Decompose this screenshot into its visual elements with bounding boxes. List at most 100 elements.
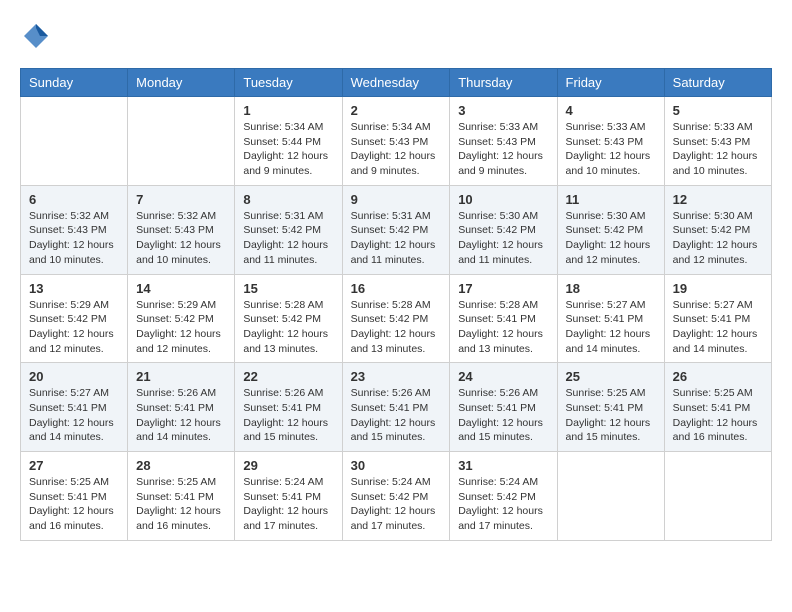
day-info: Sunrise: 5:31 AMSunset: 5:42 PMDaylight:… — [243, 209, 333, 268]
day-info: Sunrise: 5:26 AMSunset: 5:41 PMDaylight:… — [351, 386, 442, 445]
day-number: 10 — [458, 192, 548, 207]
day-number: 8 — [243, 192, 333, 207]
calendar-cell: 22 Sunrise: 5:26 AMSunset: 5:41 PMDayligh… — [235, 363, 342, 452]
day-number: 28 — [136, 458, 226, 473]
calendar-cell: 7 Sunrise: 5:32 AMSunset: 5:43 PMDaylight… — [128, 185, 235, 274]
day-info: Sunrise: 5:34 AMSunset: 5:44 PMDaylight:… — [243, 120, 333, 179]
calendar-cell: 4Sunrise: 5:33 AMSunset: 5:43 PMDaylight… — [557, 97, 664, 186]
calendar-cell: 23 Sunrise: 5:26 AMSunset: 5:41 PMDayligh… — [342, 363, 450, 452]
day-info: Sunrise: 5:33 AMSunset: 5:43 PMDaylight:… — [673, 120, 763, 179]
calendar-day-header: Sunday — [21, 69, 128, 97]
day-number: 13 — [29, 281, 119, 296]
calendar-cell: 17Sunrise: 5:28 AMSunset: 5:41 PMDayligh… — [450, 274, 557, 363]
calendar-cell: 18Sunrise: 5:27 AMSunset: 5:41 PMDayligh… — [557, 274, 664, 363]
day-info: Sunrise: 5:26 AMSunset: 5:41 PMDaylight:… — [243, 386, 333, 445]
calendar-week-row: 13 Sunrise: 5:29 AMSunset: 5:42 PMDayligh… — [21, 274, 772, 363]
calendar-cell: 30 Sunrise: 5:24 AMSunset: 5:42 PMDayligh… — [342, 452, 450, 541]
day-info: Sunrise: 5:27 AMSunset: 5:41 PMDaylight:… — [673, 298, 763, 357]
calendar-cell: 20 Sunrise: 5:27 AMSunset: 5:41 PMDayligh… — [21, 363, 128, 452]
day-info: Sunrise: 5:30 AMSunset: 5:42 PMDaylight:… — [458, 209, 548, 268]
calendar-cell: 29 Sunrise: 5:24 AMSunset: 5:41 PMDayligh… — [235, 452, 342, 541]
day-info: Sunrise: 5:26 AMSunset: 5:41 PMDaylight:… — [458, 386, 548, 445]
day-info: Sunrise: 5:29 AMSunset: 5:42 PMDaylight:… — [29, 298, 119, 357]
calendar-cell: 2 Sunrise: 5:34 AMSunset: 5:43 PMDaylight… — [342, 97, 450, 186]
day-number: 15 — [243, 281, 333, 296]
day-number: 2 — [351, 103, 442, 118]
day-number: 17 — [458, 281, 548, 296]
day-number: 3 — [458, 103, 548, 118]
calendar-day-header: Friday — [557, 69, 664, 97]
day-number: 1 — [243, 103, 333, 118]
calendar-cell — [557, 452, 664, 541]
calendar-cell: 11Sunrise: 5:30 AMSunset: 5:42 PMDayligh… — [557, 185, 664, 274]
calendar-week-row: 6 Sunrise: 5:32 AMSunset: 5:43 PMDaylight… — [21, 185, 772, 274]
day-number: 6 — [29, 192, 119, 207]
day-info: Sunrise: 5:29 AMSunset: 5:42 PMDaylight:… — [136, 298, 226, 357]
day-info: Sunrise: 5:25 AMSunset: 5:41 PMDaylight:… — [136, 475, 226, 534]
calendar-cell: 27 Sunrise: 5:25 AMSunset: 5:41 PMDayligh… — [21, 452, 128, 541]
calendar-cell: 6 Sunrise: 5:32 AMSunset: 5:43 PMDaylight… — [21, 185, 128, 274]
calendar-cell: 14 Sunrise: 5:29 AMSunset: 5:42 PMDayligh… — [128, 274, 235, 363]
calendar-cell: 8 Sunrise: 5:31 AMSunset: 5:42 PMDaylight… — [235, 185, 342, 274]
calendar-day-header: Tuesday — [235, 69, 342, 97]
calendar-header-row: SundayMondayTuesdayWednesdayThursdayFrid… — [21, 69, 772, 97]
day-info: Sunrise: 5:26 AMSunset: 5:41 PMDaylight:… — [136, 386, 226, 445]
day-number: 18 — [566, 281, 656, 296]
day-info: Sunrise: 5:25 AMSunset: 5:41 PMDaylight:… — [673, 386, 763, 445]
day-number: 24 — [458, 369, 548, 384]
day-info: Sunrise: 5:33 AMSunset: 5:43 PMDaylight:… — [566, 120, 656, 179]
day-info: Sunrise: 5:34 AMSunset: 5:43 PMDaylight:… — [351, 120, 442, 179]
calendar-cell: 15Sunrise: 5:28 AMSunset: 5:42 PMDayligh… — [235, 274, 342, 363]
day-info: Sunrise: 5:33 AMSunset: 5:43 PMDaylight:… — [458, 120, 548, 179]
day-number: 16 — [351, 281, 442, 296]
calendar-cell: 16 Sunrise: 5:28 AMSunset: 5:42 PMDayligh… — [342, 274, 450, 363]
day-number: 29 — [243, 458, 333, 473]
day-number: 23 — [351, 369, 442, 384]
day-info: Sunrise: 5:32 AMSunset: 5:43 PMDaylight:… — [29, 209, 119, 268]
calendar-cell: 13 Sunrise: 5:29 AMSunset: 5:42 PMDayligh… — [21, 274, 128, 363]
calendar-cell: 21Sunrise: 5:26 AMSunset: 5:41 PMDayligh… — [128, 363, 235, 452]
day-info: Sunrise: 5:24 AMSunset: 5:42 PMDaylight:… — [351, 475, 442, 534]
day-number: 27 — [29, 458, 119, 473]
calendar-table: SundayMondayTuesdayWednesdayThursdayFrid… — [20, 68, 772, 541]
calendar-cell: 5Sunrise: 5:33 AMSunset: 5:43 PMDaylight… — [664, 97, 771, 186]
calendar-day-header: Monday — [128, 69, 235, 97]
day-number: 9 — [351, 192, 442, 207]
day-info: Sunrise: 5:30 AMSunset: 5:42 PMDaylight:… — [673, 209, 763, 268]
calendar-cell: 1 Sunrise: 5:34 AMSunset: 5:44 PMDaylight… — [235, 97, 342, 186]
calendar-cell: 19 Sunrise: 5:27 AMSunset: 5:41 PMDayligh… — [664, 274, 771, 363]
calendar-day-header: Thursday — [450, 69, 557, 97]
calendar-cell — [21, 97, 128, 186]
day-info: Sunrise: 5:25 AMSunset: 5:41 PMDaylight:… — [566, 386, 656, 445]
page-header — [20, 20, 772, 52]
calendar-day-header: Wednesday — [342, 69, 450, 97]
logo-icon — [20, 20, 52, 52]
calendar-cell: 26 Sunrise: 5:25 AMSunset: 5:41 PMDayligh… — [664, 363, 771, 452]
calendar-cell: 31Sunrise: 5:24 AMSunset: 5:42 PMDayligh… — [450, 452, 557, 541]
calendar-cell — [664, 452, 771, 541]
day-number: 7 — [136, 192, 226, 207]
calendar-cell: 24 Sunrise: 5:26 AMSunset: 5:41 PMDayligh… — [450, 363, 557, 452]
day-number: 26 — [673, 369, 763, 384]
calendar-cell: 28 Sunrise: 5:25 AMSunset: 5:41 PMDayligh… — [128, 452, 235, 541]
day-info: Sunrise: 5:30 AMSunset: 5:42 PMDaylight:… — [566, 209, 656, 268]
day-number: 14 — [136, 281, 226, 296]
day-number: 22 — [243, 369, 333, 384]
day-info: Sunrise: 5:24 AMSunset: 5:41 PMDaylight:… — [243, 475, 333, 534]
calendar-week-row: 27 Sunrise: 5:25 AMSunset: 5:41 PMDayligh… — [21, 452, 772, 541]
day-info: Sunrise: 5:32 AMSunset: 5:43 PMDaylight:… — [136, 209, 226, 268]
day-info: Sunrise: 5:24 AMSunset: 5:42 PMDaylight:… — [458, 475, 548, 534]
day-number: 20 — [29, 369, 119, 384]
day-number: 12 — [673, 192, 763, 207]
logo — [20, 20, 56, 52]
day-number: 25 — [566, 369, 656, 384]
day-info: Sunrise: 5:25 AMSunset: 5:41 PMDaylight:… — [29, 475, 119, 534]
calendar-cell: 10 Sunrise: 5:30 AMSunset: 5:42 PMDayligh… — [450, 185, 557, 274]
calendar-cell: 9 Sunrise: 5:31 AMSunset: 5:42 PMDaylight… — [342, 185, 450, 274]
calendar-day-header: Saturday — [664, 69, 771, 97]
day-info: Sunrise: 5:27 AMSunset: 5:41 PMDaylight:… — [29, 386, 119, 445]
day-number: 19 — [673, 281, 763, 296]
day-info: Sunrise: 5:28 AMSunset: 5:42 PMDaylight:… — [351, 298, 442, 357]
day-info: Sunrise: 5:31 AMSunset: 5:42 PMDaylight:… — [351, 209, 442, 268]
day-number: 30 — [351, 458, 442, 473]
